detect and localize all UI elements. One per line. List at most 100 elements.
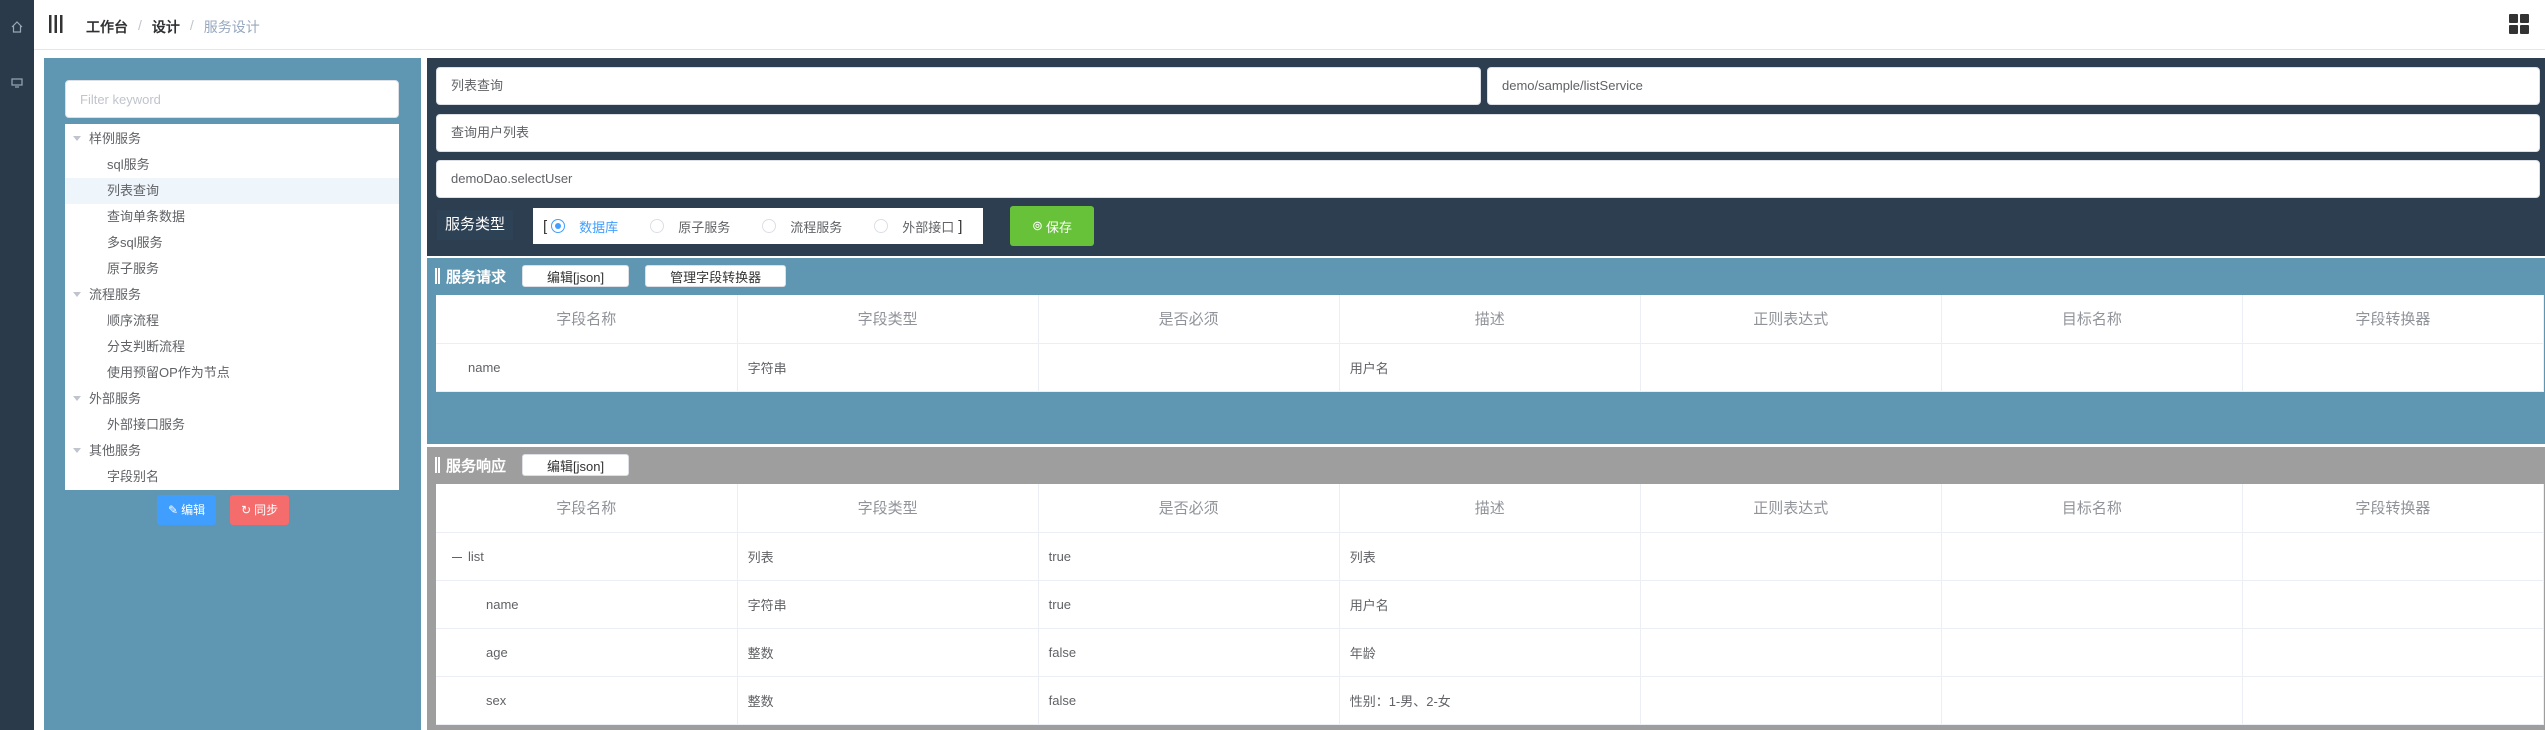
cell-desc[interactable]: 用户名 (1339, 580, 1641, 629)
tree-node-list-query[interactable]: 列表查询 (65, 178, 399, 204)
tree-node-other-services[interactable]: 其他服务 (65, 438, 399, 464)
request-title-text: 服务请求 (446, 268, 507, 286)
cell-desc[interactable]: 性别：1-男、2-女 (1339, 676, 1641, 725)
cell-required[interactable] (1038, 343, 1340, 392)
breadcrumb-home[interactable]: 工作台 (86, 17, 128, 37)
cell-converter[interactable] (2242, 532, 2545, 581)
tree-node-field-alias[interactable]: 字段别名 (65, 464, 399, 490)
cell-desc[interactable]: 用户名 (1339, 343, 1641, 392)
monitor-icon[interactable] (8, 74, 26, 92)
table-row[interactable]: name 字符串 true 用户名 (436, 580, 2545, 629)
caret-down-icon[interactable] (73, 292, 81, 297)
cell-required[interactable]: true (1038, 580, 1340, 629)
cell-regex[interactable] (1640, 676, 1942, 725)
tree-node-branch-flow[interactable]: 分支判断流程 (65, 334, 399, 360)
cell-name[interactable]: list (436, 532, 738, 581)
cell-type[interactable]: 整数 (737, 628, 1039, 677)
save-icon: ⊚ (1032, 218, 1043, 233)
column-header: 字段转换器 (2242, 295, 2545, 344)
cell-target[interactable] (1941, 628, 2243, 677)
radio-dot[interactable] (762, 219, 777, 233)
cell-type[interactable]: 列表 (737, 532, 1039, 581)
cell-regex[interactable] (1640, 532, 1942, 581)
collapse-icon[interactable] (452, 556, 462, 558)
radio-label: 数据库 (579, 219, 619, 235)
response-title: 服务响应 (435, 455, 506, 476)
service-path-input[interactable]: demo/sample/listService (1487, 67, 2540, 105)
radio-database[interactable]: 数据库 (551, 217, 618, 236)
service-response-section: 服务响应 编辑[json] 字段名称 字段类型 是否必须 描述 正则表达式 目标… (427, 447, 2545, 730)
dao-method-input[interactable]: demoDao.selectUser (436, 160, 2540, 198)
tree-node-flow-services[interactable]: 流程服务 (65, 282, 399, 308)
home-icon[interactable] (8, 18, 26, 36)
radio-dot[interactable] (650, 219, 665, 233)
cell-name[interactable]: sex (436, 676, 738, 725)
radio-atomic-service[interactable]: 原子服务 (650, 217, 730, 236)
cell-desc[interactable]: 年龄 (1339, 628, 1641, 677)
tree-node-multi-sql[interactable]: 多sql服务 (65, 230, 399, 256)
cell-desc[interactable]: 列表 (1339, 532, 1641, 581)
table-row[interactable]: list 列表 true 列表 (436, 532, 2545, 581)
cell-name[interactable]: name (436, 580, 738, 629)
cell-type[interactable]: 整数 (737, 676, 1039, 725)
cell-target[interactable] (1941, 676, 2243, 725)
cell-regex[interactable] (1640, 628, 1942, 677)
sync-button[interactable]: ↻ 同步 (230, 495, 290, 525)
cell-required[interactable]: false (1038, 628, 1340, 677)
caret-down-icon[interactable] (73, 448, 81, 453)
tree-node-label: 顺序流程 (107, 313, 160, 328)
column-header: 字段转换器 (2242, 484, 2545, 533)
bracket-close: ] (958, 217, 963, 235)
hamburger-icon[interactable] (47, 14, 65, 34)
cell-type[interactable]: 字符串 (737, 343, 1039, 392)
caret-down-icon[interactable] (73, 136, 81, 141)
tree-node-atomic-service[interactable]: 原子服务 (65, 256, 399, 282)
manage-converter-button[interactable]: 管理字段转换器 (645, 265, 787, 287)
column-header: 字段名称 (436, 295, 738, 344)
radio-dot[interactable] (551, 219, 566, 233)
request-edit-json-button[interactable]: 编辑[json] (522, 265, 630, 287)
column-header: 字段类型 (737, 295, 1039, 344)
table-row[interactable]: name 字符串 用户名 (436, 343, 2545, 392)
cell-target[interactable] (1941, 343, 2243, 392)
table-row[interactable]: sex 整数 false 性别：1-男、2-女 (436, 676, 2545, 725)
column-header: 是否必须 (1038, 295, 1340, 344)
cell-target[interactable] (1941, 532, 2243, 581)
tree-node-external-services[interactable]: 外部服务 (65, 386, 399, 412)
tree-node-external-api[interactable]: 外部接口服务 (65, 412, 399, 438)
cell-type[interactable]: 字符串 (737, 580, 1039, 629)
cell-regex[interactable] (1640, 580, 1942, 629)
cell-required[interactable]: false (1038, 676, 1340, 725)
tree-node-sql-service[interactable]: sql服务 (65, 152, 399, 178)
breadcrumb-design[interactable]: 设计 (152, 17, 180, 37)
radio-external-api[interactable]: 外部接口 (874, 217, 954, 236)
cell-converter[interactable] (2242, 580, 2545, 629)
service-name-input[interactable]: 列表查询 (436, 67, 1481, 105)
tree-node-sequence-flow[interactable]: 顺序流程 (65, 308, 399, 334)
cell-name[interactable]: age (436, 628, 738, 677)
tree-node-single-query[interactable]: 查询单条数据 (65, 204, 399, 230)
response-edit-json-button[interactable]: 编辑[json] (522, 454, 630, 476)
cell-name[interactable]: name (436, 343, 738, 392)
apps-grid-icon[interactable] (2509, 14, 2529, 34)
save-button[interactable]: ⊚ 保存 (1010, 206, 1094, 246)
column-header: 描述 (1339, 295, 1641, 344)
cell-regex[interactable] (1640, 343, 1942, 392)
refresh-icon: ↻ (241, 503, 252, 517)
tree-node-sample-services[interactable]: 样例服务 (65, 126, 399, 152)
cell-target[interactable] (1941, 580, 2243, 629)
filter-keyword-input[interactable] (65, 80, 399, 118)
cell-converter[interactable] (2242, 676, 2545, 725)
radio-dot[interactable] (874, 219, 889, 233)
caret-down-icon[interactable] (73, 396, 81, 401)
edit-button[interactable]: ✎ 编辑 (157, 495, 217, 525)
tree-node-reserved-op[interactable]: 使用预留OP作为节点 (65, 360, 399, 386)
table-row[interactable]: age 整数 false 年龄 (436, 628, 2545, 677)
service-description-input[interactable]: 查询用户列表 (436, 114, 2540, 152)
cell-converter[interactable] (2242, 343, 2545, 392)
cell-required[interactable]: true (1038, 532, 1340, 581)
column-header: 字段类型 (737, 484, 1039, 533)
cell-converter[interactable] (2242, 628, 2545, 677)
drag-handle-icon (435, 268, 440, 284)
radio-flow-service[interactable]: 流程服务 (762, 217, 842, 236)
